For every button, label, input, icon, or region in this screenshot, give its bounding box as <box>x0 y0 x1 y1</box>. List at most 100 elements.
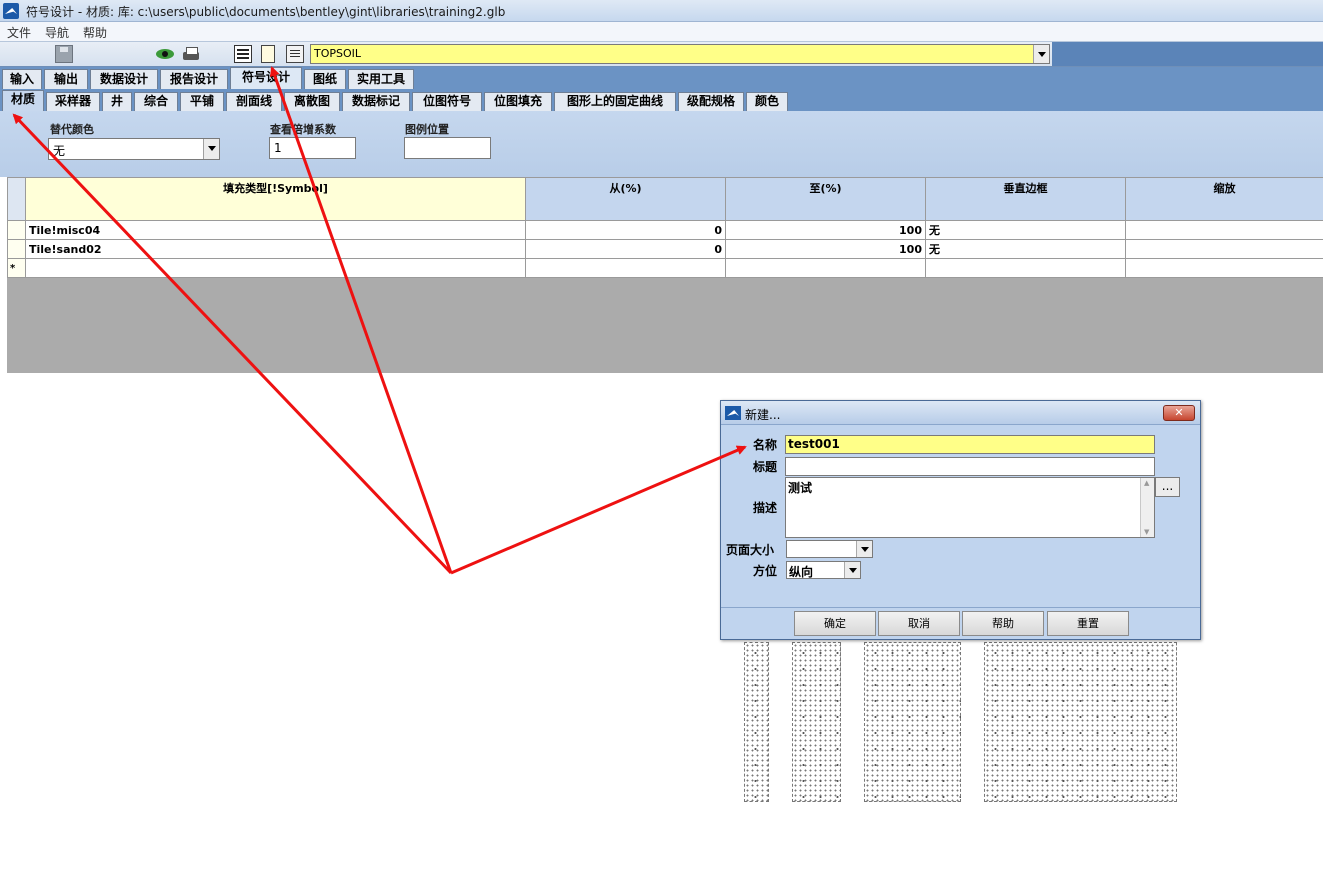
cell-from[interactable]: 0 <box>525 239 726 259</box>
caption-field[interactable] <box>785 457 1155 476</box>
tab-input[interactable]: 输入 <box>2 69 42 89</box>
subtab-material[interactable]: 材质 <box>2 90 44 111</box>
chevron-down-icon[interactable] <box>856 541 872 557</box>
table-row-new[interactable]: * <box>7 258 1323 278</box>
table-row[interactable]: Tile!misc04 0 100 无 <box>7 220 1323 240</box>
subtab-fixed-curves[interactable]: 图形上的固定曲线 <box>554 92 676 111</box>
name-field-value: test001 <box>788 437 840 451</box>
main-tab-bar: 输入 输出 数据设计 报告设计 符号设计 图纸 实用工具 <box>0 67 1323 89</box>
alt-color-value: 无 <box>53 144 66 158</box>
column-header-scale[interactable]: 缩放 <box>1125 177 1323 221</box>
dialog-button-bar: 确定 取消 帮助 重置 <box>721 607 1200 639</box>
toolbar: TOPSOIL <box>0 41 1323 67</box>
print-icon[interactable] <box>182 45 200 63</box>
scale-factor-input[interactable]: 1 <box>269 137 356 159</box>
pattern-preview-swatch <box>864 642 961 802</box>
scale-factor-label: 查看倍增系数 <box>270 123 336 136</box>
close-button[interactable]: ✕ <box>1163 405 1195 421</box>
title-bar: 符号设计 - 材质: 库: c:\users\public\documents\… <box>0 0 1323 22</box>
alt-color-select[interactable]: 无 <box>48 138 220 160</box>
cell-to[interactable] <box>725 258 926 278</box>
orientation-select[interactable]: 纵向 <box>786 561 861 579</box>
save-icon[interactable] <box>55 45 73 63</box>
help-button[interactable]: 帮助 <box>962 611 1044 636</box>
tab-data-design[interactable]: 数据设计 <box>90 69 158 89</box>
column-header-from[interactable]: 从(%) <box>525 177 726 221</box>
tab-output[interactable]: 输出 <box>44 69 88 89</box>
ok-button[interactable]: 确定 <box>794 611 876 636</box>
browse-button[interactable]: ... <box>1155 477 1180 497</box>
description-textarea[interactable]: 测试 <box>785 477 1155 538</box>
pattern-preview-swatch <box>744 642 769 802</box>
subtab-gradation[interactable]: 级配规格 <box>678 92 744 111</box>
material-grid: 填充类型[!Symbol] 从(%) 至(%) 垂直边框 缩放 Tile!mis… <box>7 177 1323 373</box>
subtab-well[interactable]: 井 <box>102 92 132 111</box>
menu-navigate[interactable]: 导航 <box>45 24 69 41</box>
column-header-to[interactable]: 至(%) <box>725 177 926 221</box>
table-row[interactable]: Tile!sand02 0 100 无 <box>7 239 1323 259</box>
cancel-button[interactable]: 取消 <box>878 611 960 636</box>
menu-file[interactable]: 文件 <box>7 24 31 41</box>
cell-to[interactable]: 100 <box>725 220 926 240</box>
menu-help[interactable]: 帮助 <box>83 24 107 41</box>
tab-report-design[interactable]: 报告设计 <box>160 69 228 89</box>
list-view-icon[interactable] <box>234 45 252 63</box>
cell-vertical-border[interactable] <box>925 258 1126 278</box>
cell-fill-type[interactable] <box>25 258 526 278</box>
page-size-select[interactable] <box>786 540 873 558</box>
cell-vertical-border[interactable]: 无 <box>925 220 1126 240</box>
new-document-icon[interactable] <box>261 45 275 63</box>
subtab-bitmap-symbol[interactable]: 位图符号 <box>412 92 482 111</box>
name-field[interactable]: test001 <box>785 435 1155 454</box>
cell-fill-type[interactable]: Tile!misc04 <box>25 220 526 240</box>
tab-utilities[interactable]: 实用工具 <box>348 69 414 89</box>
description-scrollbar[interactable] <box>1140 478 1154 537</box>
subtab-colors[interactable]: 颜色 <box>746 92 788 111</box>
new-row-marker[interactable]: * <box>7 258 26 278</box>
properties-icon[interactable] <box>286 45 304 63</box>
orientation-label: 方位 <box>753 564 778 578</box>
subtab-bitmap-fill[interactable]: 位图填充 <box>484 92 552 111</box>
material-table: 填充类型[!Symbol] 从(%) 至(%) 垂直边框 缩放 Tile!mis… <box>7 177 1323 278</box>
new-item-dialog: 新建... ✕ 名称 test001 标题 描述 测试 ... 页面大小 方位 <box>720 400 1201 640</box>
reset-button[interactable]: 重置 <box>1047 611 1129 636</box>
subtab-scatter[interactable]: 离散图 <box>284 92 340 111</box>
cell-scale[interactable] <box>1125 220 1323 240</box>
cell-from[interactable] <box>525 258 726 278</box>
cell-scale[interactable] <box>1125 258 1323 278</box>
subtab-data-marker[interactable]: 数据标记 <box>342 92 410 111</box>
sub-tab-bar: 材质 采样器 井 综合 平铺 剖面线 离散图 数据标记 位图符号 位图填充 图形… <box>0 89 1323 111</box>
description-label: 描述 <box>753 501 778 515</box>
chevron-down-icon[interactable] <box>844 562 860 578</box>
chevron-down-icon[interactable] <box>203 139 219 159</box>
tab-symbol-design[interactable]: 符号设计 <box>230 67 302 89</box>
preview-eye-icon[interactable] <box>156 45 174 63</box>
row-selector[interactable] <box>7 220 26 240</box>
cell-from[interactable]: 0 <box>525 220 726 240</box>
menu-bar: 文件 导航 帮助 <box>0 22 1323 41</box>
pattern-preview-swatch <box>984 642 1177 802</box>
symbol-selector-combo[interactable]: TOPSOIL <box>310 44 1050 64</box>
tab-drawings[interactable]: 图纸 <box>304 69 346 89</box>
subtab-sampler[interactable]: 采样器 <box>46 92 100 111</box>
cell-to[interactable]: 100 <box>725 239 926 259</box>
subtab-tile[interactable]: 平铺 <box>180 92 224 111</box>
pattern-preview-swatch <box>792 642 841 802</box>
row-selector[interactable] <box>7 239 26 259</box>
row-selector-header[interactable] <box>7 177 26 221</box>
column-header-vertical-border[interactable]: 垂直边框 <box>925 177 1126 221</box>
column-header-fill-type[interactable]: 填充类型[!Symbol] <box>25 177 526 221</box>
options-panel: 替代颜色 无 查看倍增系数 1 图例位置 <box>0 111 1323 177</box>
chevron-down-icon[interactable] <box>1033 45 1049 63</box>
legend-position-input[interactable] <box>404 137 491 159</box>
subtab-hatch[interactable]: 剖面线 <box>226 92 282 111</box>
cell-vertical-border[interactable]: 无 <box>925 239 1126 259</box>
description-value: 测试 <box>788 481 813 495</box>
app-window: 符号设计 - 材质: 库: c:\users\public\documents\… <box>0 0 1323 881</box>
cell-fill-type[interactable]: Tile!sand02 <box>25 239 526 259</box>
dialog-title-bar[interactable]: 新建... ✕ <box>721 401 1200 425</box>
cell-scale[interactable] <box>1125 239 1323 259</box>
alt-color-label: 替代颜色 <box>50 123 94 136</box>
subtab-composite[interactable]: 综合 <box>134 92 178 111</box>
legend-position-label: 图例位置 <box>405 123 449 136</box>
